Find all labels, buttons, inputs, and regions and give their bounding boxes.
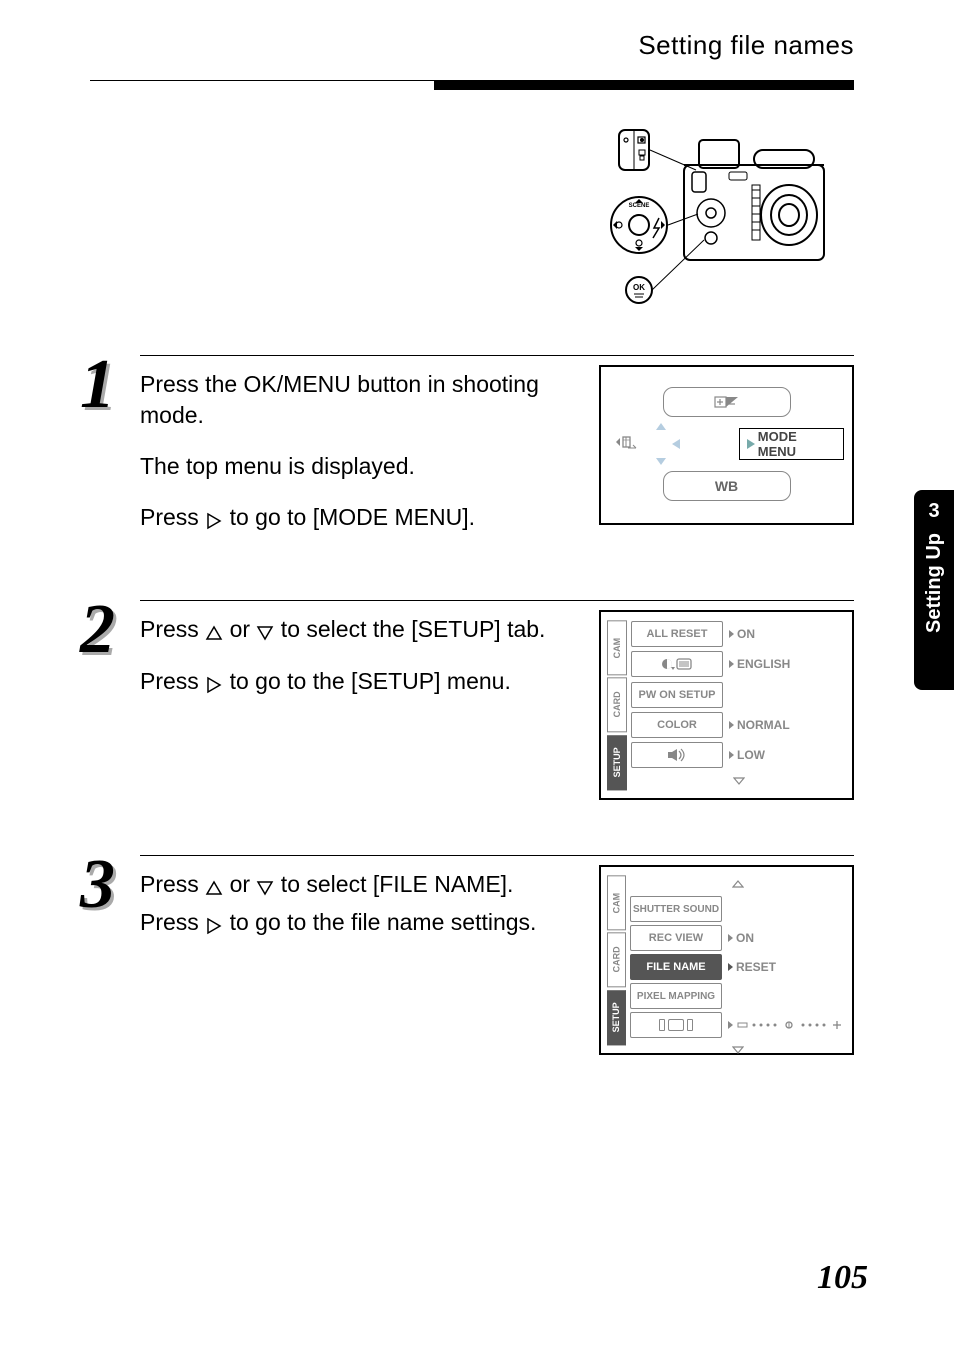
row-beep[interactable]: LOW (631, 742, 846, 769)
menu-rows: ALL RESET ON ENGLISH PW ON SETUP (627, 620, 846, 790)
up-triangle-icon (205, 615, 223, 646)
row-pixel-mapping[interactable]: PIXEL MAPPING (630, 983, 846, 1009)
chapter-label: Setting Up (923, 533, 946, 633)
svg-text:SCENE: SCENE (629, 203, 650, 209)
menu-tabs: CAM CARD SETUP (607, 875, 626, 1045)
row-shutter-sound[interactable]: SHUTTER SOUND (630, 896, 846, 922)
header-black-bar (434, 80, 854, 90)
step-3-line1: Press or to select [FILE NAME]. (140, 869, 564, 901)
tab-cam[interactable]: CAM (607, 875, 626, 930)
page-title: Setting file names (0, 30, 854, 61)
step-3-text: Press or to select [FILE NAME]. Press to… (140, 869, 564, 960)
right-triangle-icon (205, 668, 223, 699)
row-file-name[interactable]: FILE NAME RESET (630, 954, 846, 980)
row-brightness[interactable] (630, 1012, 846, 1038)
step-1: 1 Press the OK/MENU button in shooting m… (80, 355, 854, 575)
step-3-line2: Press to go to the file name settings. (140, 907, 564, 939)
tab-setup[interactable]: SETUP (607, 990, 626, 1045)
page: Setting file names SCENE (0, 0, 954, 1357)
step-2-text: Press or to select the [SETUP] tab. Pres… (140, 614, 564, 719)
lcd-brightness-icon (630, 1012, 722, 1038)
quality-icon[interactable] (609, 430, 649, 459)
chapter-side-tab: 3 Setting Up (914, 490, 954, 690)
step-3-number: 3 (80, 850, 115, 920)
camera-illustration: SCENE OK (604, 120, 854, 320)
step-2-line2: Press to go to the [SETUP] menu. (140, 666, 564, 698)
speaker-icon (631, 742, 723, 768)
menu-tabs: CAM CARD SETUP (607, 620, 627, 790)
row-color[interactable]: COLOR NORMAL (631, 711, 846, 738)
tab-card[interactable]: CARD (607, 932, 626, 987)
page-number: 105 (817, 1259, 868, 1297)
language-icon (631, 651, 723, 677)
right-triangle-icon (205, 909, 223, 940)
row-all-reset[interactable]: ALL RESET ON (631, 620, 846, 647)
file-name-screen: CAM CARD SETUP SHUTTER SOUND REC VIEW ON (599, 865, 854, 1055)
wb-button[interactable]: WB (663, 471, 791, 501)
step-2: 2 Press or to select the [SETUP] tab. Pr… (80, 600, 854, 830)
step-1-number: 1 (80, 350, 115, 420)
down-triangle-icon (256, 870, 274, 901)
tab-cam[interactable]: CAM (607, 620, 627, 675)
step-2-line1: Press or to select the [SETUP] tab. (140, 614, 564, 646)
step-2-number: 2 (80, 595, 115, 665)
left-arrow-icon (671, 437, 681, 451)
step-3-rule (140, 855, 854, 856)
up-down-arrows-icon (655, 421, 667, 467)
step-1-line2: The top menu is displayed. (140, 451, 564, 482)
right-triangle-icon (205, 504, 223, 535)
step-3: 3 Press or to select [FILE NAME]. Press … (80, 855, 854, 1075)
tab-setup[interactable]: SETUP (607, 735, 627, 790)
brightness-slider-icon (736, 1017, 846, 1033)
row-pw-on-setup[interactable]: PW ON SETUP (631, 681, 846, 708)
down-triangle-icon (256, 615, 274, 646)
row-rec-view[interactable]: REC VIEW ON (630, 925, 846, 951)
svg-text:OK: OK (633, 283, 645, 292)
tab-card[interactable]: CARD (607, 677, 627, 732)
row-language[interactable]: ENGLISH (631, 650, 846, 677)
top-menu-screen: MODE MENU WB (599, 365, 854, 525)
setup-tab-screen: CAM CARD SETUP ALL RESET ON ENGLISH (599, 610, 854, 800)
up-triangle-icon (205, 870, 223, 901)
step-1-text: Press the OK/MENU button in shooting mod… (140, 369, 564, 555)
step-2-rule (140, 600, 854, 601)
chapter-number: 3 (914, 500, 954, 523)
mode-menu-button[interactable]: MODE MENU (739, 428, 844, 460)
step-1-line3: Press to go to [MODE MENU]. (140, 502, 564, 534)
exposure-comp-button[interactable] (663, 387, 791, 417)
step-1-line1: Press the OK/MENU button in shooting mod… (140, 369, 564, 431)
step-1-rule (140, 355, 854, 356)
menu-rows: SHUTTER SOUND REC VIEW ON FILE NAME RESE… (626, 875, 846, 1045)
